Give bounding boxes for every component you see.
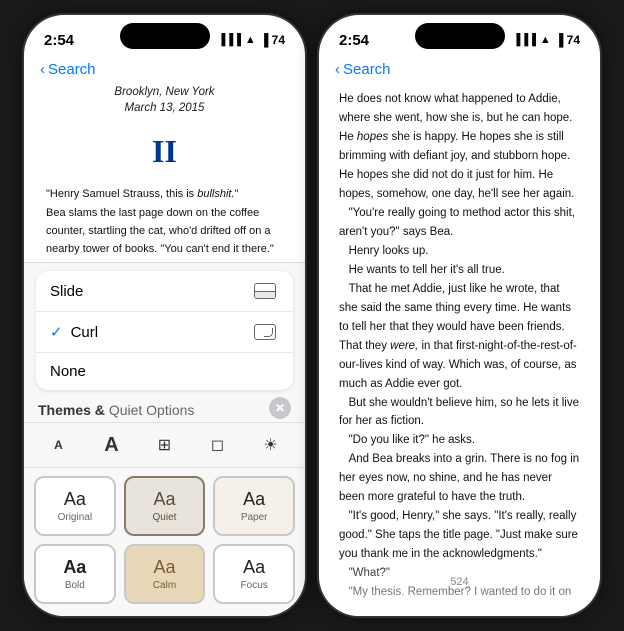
theme-paper-label: Paper xyxy=(241,512,268,523)
themes-label: Themes & Quiet Options xyxy=(38,402,194,418)
settings-icon: ⊞ xyxy=(158,435,171,455)
nav-bar-right: ‹ Search xyxy=(319,59,600,84)
book-city: Brooklyn, New York xyxy=(46,84,283,100)
dynamic-island xyxy=(120,23,210,49)
theme-original[interactable]: Aa Original xyxy=(34,476,116,536)
status-time-right: 2:54 xyxy=(339,32,369,49)
book-location: Brooklyn, New York March 13, 2015 xyxy=(46,84,283,116)
theme-calm-label: Calm xyxy=(153,580,176,591)
theme-paper-aa: Aa xyxy=(243,489,265,510)
wifi-icon-right: ▲ xyxy=(540,34,551,46)
check-icon: ✓ xyxy=(50,323,63,341)
theme-bold-aa: Aa xyxy=(63,557,86,578)
font-large-label: A xyxy=(104,434,118,457)
font-small-button[interactable]: A xyxy=(41,429,77,461)
right-phone: 2:54 ▐▐▐ ▲ ▐ 74 ‹ Search He does not kno… xyxy=(317,13,602,618)
none-label: None xyxy=(50,363,279,380)
signal-icon-left: ▐▐▐ xyxy=(218,34,241,46)
theme-quiet[interactable]: Aa Quiet xyxy=(124,476,206,536)
theme-original-aa: Aa xyxy=(64,489,86,510)
dynamic-island-right xyxy=(415,23,505,49)
option-slide[interactable]: Slide xyxy=(36,271,293,312)
slide-icon xyxy=(251,281,279,301)
font-small-label: A xyxy=(54,438,63,452)
left-phone: 2:54 ▐▐▐ ▲ ▐ 74 ‹ Search Brooklyn, New Y… xyxy=(22,13,307,618)
theme-bold-label: Bold xyxy=(65,580,85,591)
back-label-left: Search xyxy=(48,61,96,78)
page-icon: ◻ xyxy=(211,435,224,455)
signal-icon-right: ▐▐▐ xyxy=(513,34,536,46)
back-button-right[interactable]: ‹ Search xyxy=(335,61,391,78)
close-button[interactable]: ✕ xyxy=(269,397,291,419)
status-icons-right: ▐▐▐ ▲ ▐ 74 xyxy=(513,33,580,47)
page-number: 524 xyxy=(319,572,600,596)
phones-container: 2:54 ▐▐▐ ▲ ▐ 74 ‹ Search Brooklyn, New Y… xyxy=(22,13,602,618)
theme-focus[interactable]: Aa Focus xyxy=(213,544,295,604)
reading-content: He does not know what happened to Addie,… xyxy=(319,84,600,599)
brightness-button[interactable]: ☀ xyxy=(253,429,289,461)
theme-grid: Aa Original Aa Quiet Aa Paper Aa Bold Aa xyxy=(24,468,305,616)
wifi-icon-left: ▲ xyxy=(245,34,256,46)
option-curl[interactable]: ✓ Curl xyxy=(36,312,293,353)
status-icons-left: ▐▐▐ ▲ ▐ 74 xyxy=(218,33,285,47)
theme-calm-aa: Aa xyxy=(153,557,175,578)
battery-icon-left: ▐ 74 xyxy=(260,33,285,47)
curl-label: Curl xyxy=(71,324,251,341)
option-none[interactable]: None xyxy=(36,353,293,390)
curl-icon xyxy=(251,322,279,342)
animation-options: Slide ✓ Curl None xyxy=(36,271,293,390)
book-date: March 13, 2015 xyxy=(46,100,283,116)
theme-calm[interactable]: Aa Calm xyxy=(124,544,206,604)
back-label-right: Search xyxy=(343,61,391,78)
themes-header: Themes & Quiet Options ✕ xyxy=(24,394,305,422)
slide-label: Slide xyxy=(50,283,251,300)
brightness-icon: ☀ xyxy=(263,435,277,455)
theme-bold[interactable]: Aa Bold xyxy=(34,544,116,604)
toolbar: A A ⊞ ◻ ☀ xyxy=(24,422,305,468)
status-time-left: 2:54 xyxy=(44,32,74,49)
chapter-number: II xyxy=(46,126,283,177)
theme-focus-aa: Aa xyxy=(243,557,265,578)
bottom-panel: Slide ✓ Curl None Themes xyxy=(24,262,305,616)
font-large-button[interactable]: A xyxy=(94,429,130,461)
settings-button[interactable]: ⊞ xyxy=(147,429,183,461)
theme-original-label: Original xyxy=(58,512,92,523)
theme-paper[interactable]: Aa Paper xyxy=(213,476,295,536)
battery-icon-right: ▐ 74 xyxy=(555,33,580,47)
nav-bar-left: ‹ Search xyxy=(24,59,305,84)
chevron-left-icon-right: ‹ xyxy=(335,61,340,78)
theme-focus-label: Focus xyxy=(241,580,268,591)
back-button-left[interactable]: ‹ Search xyxy=(40,61,96,78)
page-button[interactable]: ◻ xyxy=(200,429,236,461)
chevron-left-icon: ‹ xyxy=(40,61,45,78)
theme-quiet-label: Quiet xyxy=(153,512,177,523)
theme-quiet-aa: Aa xyxy=(153,489,175,510)
